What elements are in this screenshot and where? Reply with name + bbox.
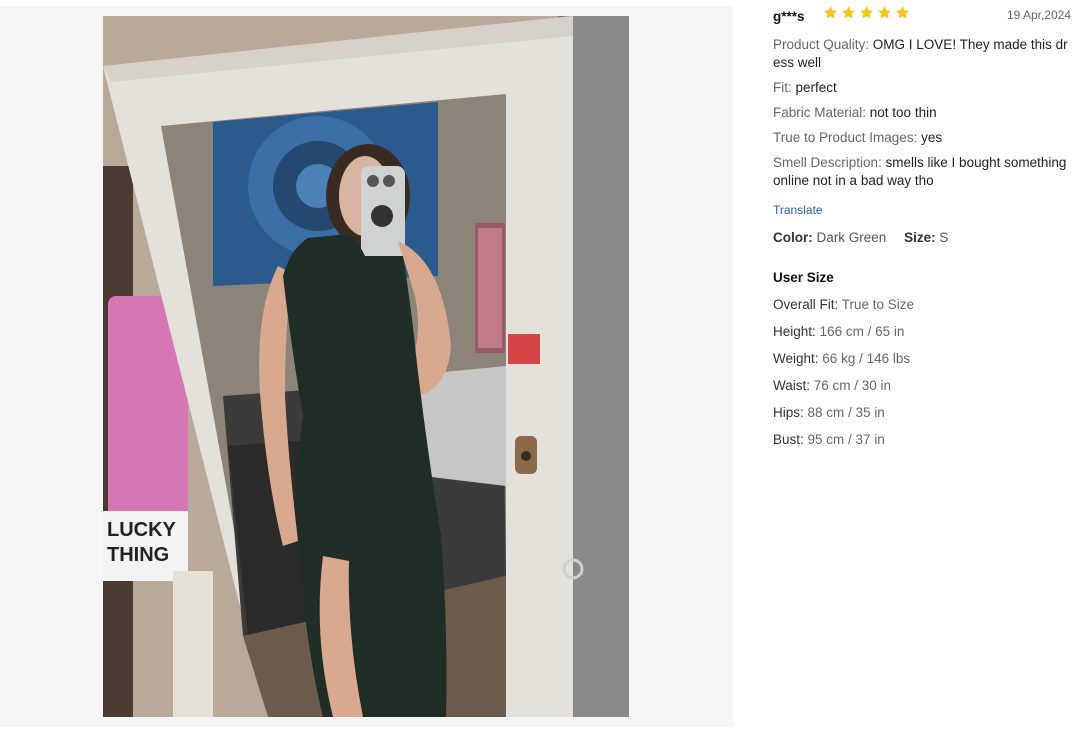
size-row-value: 66 kg / 146 lbs [822, 351, 911, 366]
size-label: Size: [904, 230, 936, 245]
size-row-value: 95 cm / 37 in [807, 432, 885, 447]
star-icon [895, 5, 910, 20]
attr-fit: Fit: perfect [773, 79, 1075, 97]
user-size-waist: Waist: 76 cm / 30 in [773, 377, 1075, 404]
star-rating [823, 5, 910, 20]
star-icon [841, 5, 856, 20]
size-row-label: Hips: [773, 405, 804, 420]
user-size-height: Height: 166 cm / 65 in [773, 323, 1075, 350]
star-icon [823, 5, 838, 20]
size-row-label: Overall Fit: [773, 297, 839, 312]
attr-value: not too thin [866, 105, 937, 120]
size-value: S [939, 230, 949, 245]
review-header: g***s 19 Apr,2024 [773, 0, 1075, 30]
attr-label: Smell Description: [773, 155, 882, 170]
attr-value: perfect [791, 80, 837, 95]
color-label: Color: [773, 230, 813, 245]
user-size-overall-fit: Overall Fit: True to Size [773, 296, 1075, 323]
user-size-hips: Hips: 88 cm / 35 in [773, 404, 1075, 431]
svg-text:THING: THING [107, 544, 169, 566]
size-row-value: 76 cm / 30 in [813, 378, 892, 393]
review-page: LUCKY THING g***s 19 Apr,2024 Product Qu… [0, 0, 1077, 729]
size-row-label: Height: [773, 324, 816, 339]
review-panel: g***s 19 Apr,2024 Product Quality: OMG I… [773, 0, 1075, 729]
review-photo-panel: LUCKY THING [0, 6, 733, 727]
star-icon [859, 5, 874, 20]
translate-link[interactable]: Translate [773, 201, 823, 219]
size-row-value: 88 cm / 35 in [807, 405, 885, 420]
svg-text:LUCKY: LUCKY [107, 519, 177, 541]
attr-value: yes [917, 130, 943, 145]
reviewer-name: g***s [773, 9, 805, 24]
star-icon [877, 5, 892, 20]
attr-true-to-images: True to Product Images: yes [773, 129, 1075, 147]
purchase-spec: Color: Dark Green Size: S [773, 229, 1075, 247]
attr-label: Fit: [773, 80, 792, 95]
user-size-weight: Weight: 66 kg / 146 lbs [773, 350, 1075, 377]
size-row-value: True to Size [841, 297, 915, 312]
size-row-label: Bust: [773, 432, 804, 447]
size-row-label: Weight: [773, 351, 819, 366]
attr-label: True to Product Images: [773, 130, 918, 145]
user-size-bust: Bust: 95 cm / 37 in [773, 431, 1075, 458]
user-size-title: User Size [773, 270, 834, 285]
color-value: Dark Green [816, 230, 887, 245]
user-size-list: Overall Fit: True to Size Height: 166 cm… [773, 296, 1075, 458]
attr-label: Fabric Material: [773, 105, 867, 120]
attr-product-quality: Product Quality: OMG I LOVE! They made t… [773, 36, 1075, 72]
review-photo[interactable]: LUCKY THING [103, 16, 629, 717]
attr-label: Product Quality: [773, 37, 870, 52]
attr-smell-description: Smell Description: smells like I bought … [773, 154, 1075, 190]
size-row-value: 166 cm / 65 in [819, 324, 905, 339]
review-attributes: Product Quality: OMG I LOVE! They made t… [773, 36, 1075, 190]
review-date: 19 Apr,2024 [1006, 8, 1071, 22]
size-row-label: Waist: [773, 378, 810, 393]
mirror-selfie-image: LUCKY THING [103, 16, 629, 717]
attr-fabric-material: Fabric Material: not too thin [773, 104, 1075, 122]
